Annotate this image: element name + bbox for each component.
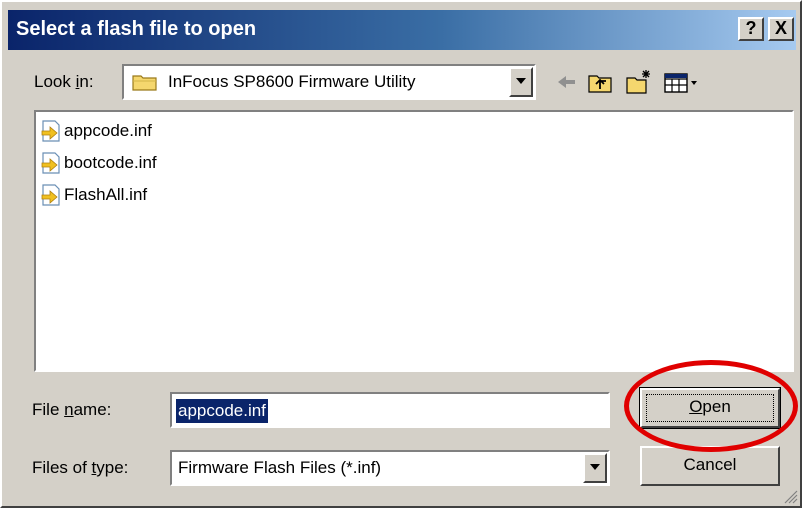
resize-grip-icon[interactable] [782,488,798,504]
highlight-ellipse [624,360,798,452]
file-type-label-suffix: ype: [96,458,129,477]
new-folder-icon[interactable] [624,68,652,96]
look-in-label-prefix: Look [34,72,76,91]
file-type-dropdown-arrow[interactable] [583,453,607,483]
file-name-label: File name: [32,400,111,420]
file-name-label-prefix: File [32,400,65,419]
look-in-dropdown[interactable]: InFocus SP8600 Firmware Utility [122,64,536,100]
look-in-label-suffix: n: [79,72,94,91]
open-file-dialog: Select a flash file to open ? X Look in:… [0,0,802,508]
file-type-value: Firmware Flash Files (*.inf) [178,458,382,477]
help-button[interactable]: ? [738,17,764,41]
file-name-label-suffix: ame: [73,400,112,419]
file-name-label-accel: n [64,400,74,419]
list-item[interactable]: bootcode.inf [40,150,157,176]
inf-file-icon [41,184,60,206]
title-bar[interactable]: Select a flash file to open ? X [8,10,796,50]
look-in-value: InFocus SP8600 Firmware Utility [168,72,416,91]
back-arrow-icon[interactable] [552,68,580,96]
close-button[interactable]: X [768,17,794,41]
inf-file-icon [41,120,60,142]
file-list[interactable]: appcode.inf bootcode.inf FlashAll.inf [34,110,794,372]
file-name-value: appcode.inf [176,399,268,423]
look-in-dropdown-arrow[interactable] [509,67,533,97]
file-type-label: Files of type: [32,458,128,478]
inf-file-icon [41,152,60,174]
dialog-title: Select a flash file to open [16,18,257,40]
file-type-dropdown[interactable]: Firmware Flash Files (*.inf) [170,450,610,486]
cancel-button[interactable]: Cancel [640,446,780,486]
file-label: FlashAll.inf [64,185,148,204]
file-name-field[interactable]: appcode.inf [170,392,610,428]
up-folder-icon[interactable] [586,68,614,96]
list-item[interactable]: FlashAll.inf [40,182,147,208]
file-type-label-prefix: Files of [32,458,92,477]
file-label: appcode.inf [64,121,152,140]
file-label: bootcode.inf [64,153,157,172]
view-menu-icon[interactable] [662,68,702,96]
list-item[interactable]: appcode.inf [40,118,152,144]
look-in-label: Look in: [34,72,94,92]
folder-icon [132,75,157,91]
